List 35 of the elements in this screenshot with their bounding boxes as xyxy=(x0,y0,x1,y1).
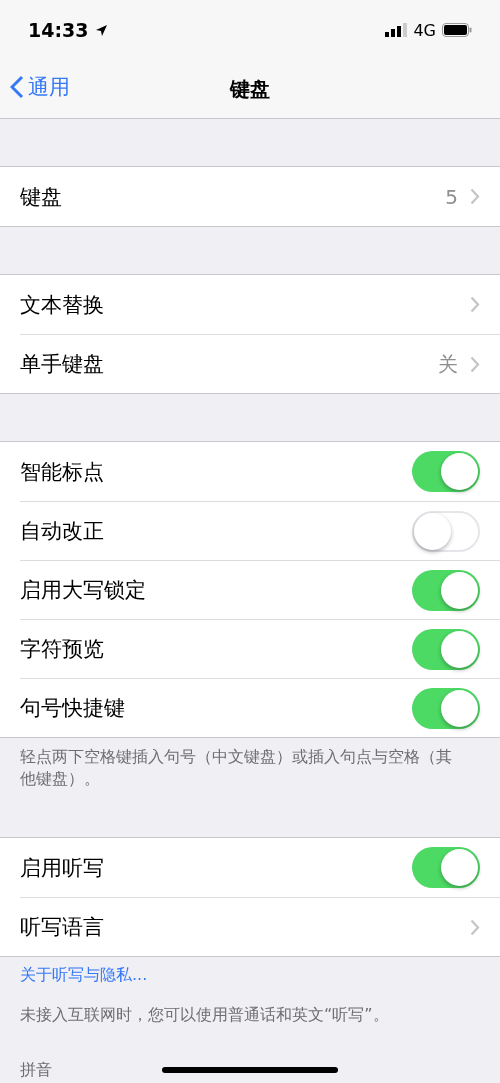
row-label: 启用听写 xyxy=(20,854,105,882)
toggle-switch[interactable] xyxy=(412,451,480,492)
back-button[interactable]: 通用 xyxy=(10,73,70,101)
row-label: 智能标点 xyxy=(20,458,105,486)
battery-icon xyxy=(442,23,472,37)
row-label[interactable]: 文本替换 xyxy=(20,290,470,319)
back-chevron-icon xyxy=(10,75,24,99)
row-label: 句号快捷键 xyxy=(20,695,126,722)
chevron-icon xyxy=(470,296,480,313)
location-arrow-icon xyxy=(95,24,109,37)
chevron-icon xyxy=(470,355,480,373)
row-value: 关 xyxy=(438,350,458,378)
toggle-switch[interactable] xyxy=(412,628,480,670)
footer-note: 未接入互联网时，您可以使用普通话和英文“听写”。 xyxy=(20,1004,390,1026)
chevron-icon xyxy=(470,188,480,205)
section-header: 拼音 xyxy=(20,1060,52,1081)
row-label[interactable]: 键盘 xyxy=(20,182,446,211)
network-label: 4G xyxy=(413,20,436,40)
row-label: 自动改正 xyxy=(20,518,105,545)
row-label[interactable]: 单手键盘 xyxy=(20,350,438,378)
nav-title: 键盘 xyxy=(230,75,270,103)
toggle-switch[interactable] xyxy=(412,569,480,611)
back-label[interactable]: 通用 xyxy=(28,73,70,101)
privacy-link[interactable]: 关于听写与隐私... xyxy=(20,965,460,986)
row-label: 启用大写锁定 xyxy=(20,577,147,604)
status-time: 14:33 xyxy=(28,19,109,41)
row-label: 字符预览 xyxy=(20,636,105,663)
toggle-switch[interactable] xyxy=(412,687,480,729)
chevron-icon xyxy=(470,918,480,936)
footer-note: 轻点两下空格键插入句号（中文键盘）或插入句点与空格（其他键盘）。 xyxy=(20,746,453,790)
toggle-switch[interactable] xyxy=(412,847,480,888)
row-value: 5 xyxy=(445,184,458,209)
row-label[interactable]: 听写语言 xyxy=(20,913,470,941)
toggle-switch[interactable] xyxy=(412,510,480,552)
signal-icon xyxy=(385,23,408,37)
